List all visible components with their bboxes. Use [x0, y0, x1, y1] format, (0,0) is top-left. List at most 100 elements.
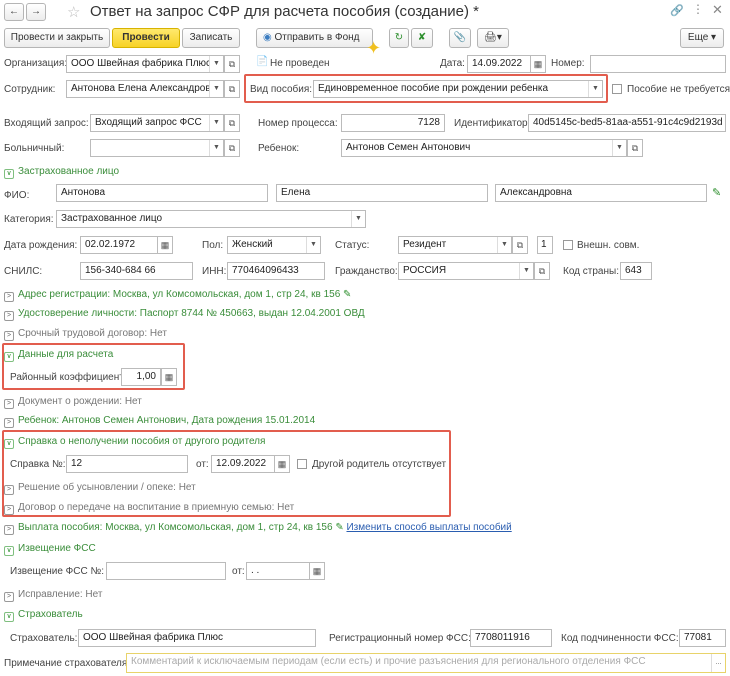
dropdown-icon[interactable]: ▼ [497, 237, 511, 253]
send-fund-button[interactable]: ◉ Отправить в Фонд [256, 28, 373, 48]
sick-open-button[interactable]: ⧉ [224, 139, 240, 157]
print-button[interactable]: 🖨▾ [477, 28, 509, 48]
foster-text: Договор о передаче на воспитание в прием… [18, 502, 295, 513]
close-icon[interactable]: ✕ [712, 2, 723, 18]
sick-field[interactable]: ▼ [90, 139, 224, 157]
calendar-icon[interactable]: ▦ [530, 55, 546, 73]
clear-button[interactable]: ✘ [411, 28, 433, 48]
calendar-icon[interactable]: ▦ [309, 562, 325, 580]
post-close-button[interactable]: Провести и закрыть [4, 28, 110, 48]
forward-button[interactable]: → [26, 3, 46, 21]
menu-dots-icon[interactable]: ⋮ [692, 2, 704, 16]
change-payment-link[interactable]: Изменить способ выплаты пособий [346, 522, 511, 533]
mouse-cursor-icon: ✦ [366, 38, 382, 58]
refresh-button[interactable]: ↻ [389, 28, 409, 48]
favorite-star-icon[interactable]: ☆ [67, 3, 80, 21]
calculator-icon[interactable]: ▦ [161, 368, 177, 386]
benefit-type-field[interactable]: Единовременное пособие при рождении ребе… [313, 80, 603, 98]
not-required-label: Пособие не требуется [627, 84, 730, 95]
note-field[interactable]: Комментарий к исключаемым периодам (если… [126, 653, 726, 673]
birth-doc-section-toggle[interactable]: > Документ о рождении: Нет [4, 396, 142, 409]
certificate-section-toggle[interactable]: ∨ Справка о неполучении пособия от другог… [4, 436, 265, 449]
dropdown-icon[interactable]: ▼ [612, 140, 626, 156]
dropdown-icon[interactable]: ▼ [351, 211, 365, 227]
notice-section-toggle[interactable]: ∨ Извещение ФСС [4, 543, 96, 556]
sex-field[interactable]: Женский ▼ [227, 236, 321, 254]
category-field[interactable]: Застрахованное лицо ▼ [56, 210, 366, 228]
coef-field[interactable]: 1,00 [121, 368, 161, 386]
snils-field[interactable]: 156-340-684 66 [80, 262, 193, 280]
citizenship-field[interactable]: РОССИЯ ▼ [398, 262, 534, 280]
insurer-field[interactable]: ООО Швейная фабрика Плюс [78, 629, 316, 647]
cert-number-field[interactable]: 12 [66, 455, 188, 473]
notice-date-field[interactable]: . . [246, 562, 310, 580]
firstname-field[interactable]: Елена [276, 184, 488, 202]
dropdown-icon[interactable]: ▼ [209, 56, 223, 72]
insurer-section-toggle[interactable]: ∨ Страхователь [4, 609, 83, 622]
status-field[interactable]: Резидент ▼ [398, 236, 512, 254]
other-parent-label: Другой родитель отсутствует [312, 459, 447, 470]
attach-button[interactable]: 📎 [449, 28, 471, 48]
calendar-icon[interactable]: ▦ [274, 455, 290, 473]
reg-number-field[interactable]: 7708011916 [470, 629, 552, 647]
citizenship-open-button[interactable]: ⧉ [534, 262, 550, 280]
dropdown-icon[interactable]: ▼ [209, 115, 223, 131]
chevron-right-icon: > [4, 505, 14, 515]
cert-date-field[interactable]: 12.09.2022 [211, 455, 275, 473]
post-button[interactable]: Провести [112, 28, 180, 48]
request-open-button[interactable]: ⧉ [224, 114, 240, 132]
child-section-toggle[interactable]: > Ребенок: Антонов Семен Антонович, Дата … [4, 415, 315, 428]
dropdown-icon[interactable]: ▼ [209, 140, 223, 156]
address-section-toggle[interactable]: > Адрес регистрации: Москва, ул Комсомоль… [4, 289, 351, 302]
process-field[interactable]: 7128 [341, 114, 445, 132]
link-icon[interactable]: 🔗 [670, 4, 684, 17]
edit-icon[interactable]: ✎ [335, 522, 343, 533]
date-field[interactable]: 14.09.2022 [467, 55, 531, 73]
calendar-icon[interactable]: ▦ [157, 236, 173, 254]
not-required-checkbox[interactable] [612, 84, 622, 94]
cert-number-label: Справка №: [10, 459, 66, 470]
dropdown-icon[interactable]: ▼ [209, 81, 223, 97]
more-options-icon[interactable]: ... [711, 654, 725, 672]
insurer-section-title: Страхователь [18, 609, 83, 620]
ext-checkbox[interactable] [563, 240, 573, 250]
org-open-button[interactable]: ⧉ [224, 55, 240, 73]
inn-field[interactable]: 770464096433 [227, 262, 325, 280]
org-field[interactable]: ООО Швейная фабрика Плюс ▼ [66, 55, 224, 73]
employee-field[interactable]: Антонова Елена Александровна ▼ [66, 80, 224, 98]
number-field[interactable] [590, 55, 726, 73]
payment-section-toggle[interactable]: > Выплата пособия: Москва, ул Комсомольск… [4, 522, 512, 535]
adoption-section-toggle[interactable]: > Решение об усыновлении / опеке: Нет [4, 482, 196, 495]
back-button[interactable]: ← [4, 3, 24, 21]
calc-section-toggle[interactable]: ∨ Данные для расчета [4, 349, 113, 362]
contract-section-toggle[interactable]: > Срочный трудовой договор: Нет [4, 328, 167, 341]
country-code-field[interactable]: 643 [620, 262, 652, 280]
fix-section-toggle[interactable]: > Исправление: Нет [4, 589, 102, 602]
status-open-button[interactable]: ⧉ [512, 236, 528, 254]
date-label: Дата: [440, 58, 465, 69]
sub-code-field[interactable]: 77081 [679, 629, 726, 647]
insured-section-toggle[interactable]: ∨ Застрахованное лицо [4, 166, 119, 179]
employee-open-button[interactable]: ⧉ [224, 80, 240, 98]
more-button[interactable]: Еще ▾ [680, 28, 724, 48]
other-parent-checkbox[interactable] [297, 459, 307, 469]
id-field[interactable]: 40d5145c-bed5-81aa-a551-91c4c9d2193d [528, 114, 726, 132]
edit-fio-icon[interactable]: ✎ [712, 186, 721, 199]
identity-section-toggle[interactable]: > Удостоверение личности: Паспорт 8744 № … [4, 308, 365, 321]
dropdown-icon[interactable]: ▼ [519, 263, 533, 279]
send-label: Отправить в Фонд [274, 32, 360, 43]
save-button[interactable]: Записать [182, 28, 240, 48]
notice-number-field[interactable] [106, 562, 226, 580]
dropdown-icon[interactable]: ▼ [306, 237, 320, 253]
lastname-field[interactable]: Антонова [56, 184, 268, 202]
child-field[interactable]: Антонов Семен Антонович ▼ [341, 139, 627, 157]
dropdown-icon[interactable]: ▼ [588, 81, 602, 97]
foster-section-toggle[interactable]: > Договор о передаче на воспитание в прие… [4, 502, 294, 515]
middlename-field[interactable]: Александровна [495, 184, 707, 202]
edit-icon[interactable]: ✎ [343, 289, 351, 300]
birthdate-field[interactable]: 02.02.1972 [80, 236, 158, 254]
process-label: Номер процесса: [258, 118, 338, 129]
request-field[interactable]: Входящий запрос ФСС ▼ [90, 114, 224, 132]
status-number-field[interactable]: 1 [537, 236, 553, 254]
child-open-button[interactable]: ⧉ [627, 139, 643, 157]
